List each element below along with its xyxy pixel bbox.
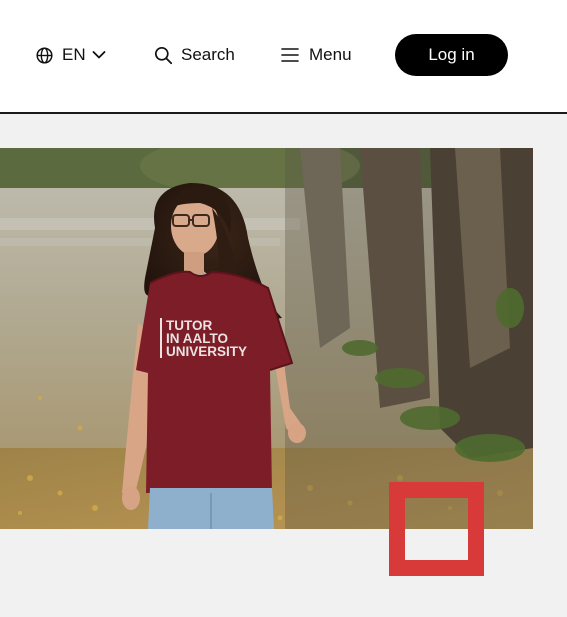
hamburger-icon: [281, 47, 299, 63]
login-button[interactable]: Log in: [395, 34, 508, 76]
search-label: Search: [181, 45, 235, 64]
globe-icon: [36, 46, 53, 64]
chevron-down-icon: [92, 48, 106, 62]
login-label: Log in: [428, 45, 475, 64]
main-content: TUTOR IN AALTO UNIVERSITY: [0, 114, 567, 617]
menu-label: Menu: [309, 45, 352, 64]
menu-button[interactable]: Menu: [281, 34, 352, 76]
hero-image: TUTOR IN AALTO UNIVERSITY: [0, 148, 533, 529]
language-label: EN: [62, 45, 86, 64]
search-button[interactable]: Search: [154, 34, 235, 76]
site-header: EN Search Menu Log in: [0, 0, 567, 112]
language-selector[interactable]: EN: [36, 34, 106, 76]
accent-square: [389, 482, 484, 576]
search-icon: [154, 46, 173, 65]
shirt-text-line-3: UNIVERSITY: [166, 344, 247, 359]
